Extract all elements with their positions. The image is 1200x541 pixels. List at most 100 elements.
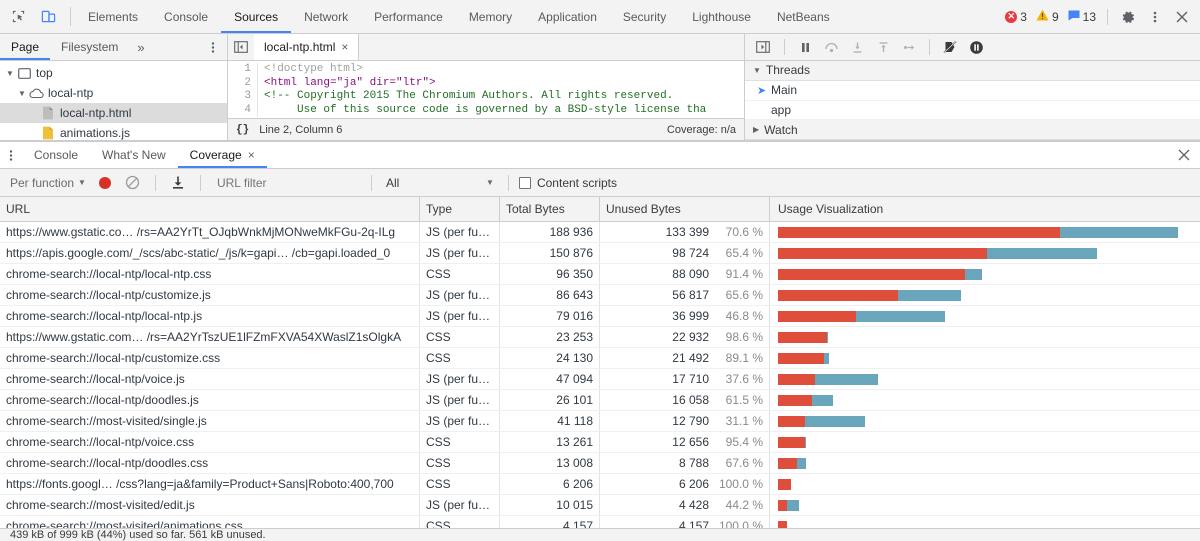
- column-header-usage-visualization[interactable]: Usage Visualization: [770, 197, 1200, 221]
- tree-item-top[interactable]: ▼ top: [0, 63, 227, 83]
- table-row[interactable]: chrome-search://most-visited/single.js JS…: [0, 411, 1200, 432]
- usage-bar-used-segment: [812, 394, 834, 406]
- chevron-down-icon[interactable]: ▼: [16, 89, 28, 98]
- content-scripts-checkbox[interactable]: [518, 176, 531, 189]
- content-scripts-toggle[interactable]: Content scripts: [518, 176, 617, 190]
- column-header-total-bytes[interactable]: Total Bytes: [500, 197, 600, 221]
- warning-counter[interactable]: 9: [1033, 9, 1062, 24]
- pause-on-exceptions-button[interactable]: [964, 36, 988, 58]
- tab-memory[interactable]: Memory: [456, 0, 525, 33]
- deactivate-breakpoints-button[interactable]: [938, 36, 962, 58]
- table-row[interactable]: chrome-search://local-ntp/doodles.css CSS…: [0, 453, 1200, 474]
- navigator-more-tabs-icon[interactable]: »: [129, 34, 152, 60]
- tab-application[interactable]: Application: [525, 0, 610, 33]
- export-button[interactable]: [166, 171, 190, 195]
- tab-console[interactable]: Console: [151, 0, 221, 33]
- tab-sources[interactable]: Sources: [221, 0, 292, 33]
- type-filter-dropdown[interactable]: All ▼: [382, 176, 498, 190]
- tab-elements[interactable]: Elements: [75, 0, 151, 33]
- table-row[interactable]: chrome-search://local-ntp/customize.css C…: [0, 348, 1200, 369]
- pause-script-button[interactable]: [793, 36, 817, 58]
- clear-button[interactable]: [121, 171, 145, 195]
- device-toolbar-icon[interactable]: [36, 5, 60, 29]
- tree-item-animations-js[interactable]: animations.js: [0, 123, 227, 140]
- navigator-tabs: Page Filesystem »: [0, 34, 227, 61]
- editor-tab-local-ntp-html[interactable]: local-ntp.html ×: [254, 34, 360, 60]
- chevron-down-icon[interactable]: ▼: [4, 69, 16, 78]
- table-row[interactable]: chrome-search://local-ntp/local-ntp.js JS…: [0, 306, 1200, 327]
- table-row[interactable]: https://apis.google.com/_/scs/abc-static…: [0, 243, 1200, 264]
- tab-network[interactable]: Network: [291, 0, 361, 33]
- close-icon[interactable]: ×: [248, 148, 255, 162]
- step-into-button[interactable]: [845, 36, 869, 58]
- script-icon: [40, 126, 56, 140]
- tree-item-local-ntp[interactable]: ▼ local-ntp: [0, 83, 227, 103]
- step-out-button[interactable]: [871, 36, 895, 58]
- cell-type: JS (per fu…: [420, 495, 500, 515]
- close-icon[interactable]: [1170, 5, 1194, 29]
- cell-total-bytes: 4 157: [500, 516, 600, 528]
- navigator-tab-filesystem[interactable]: Filesystem: [50, 34, 129, 60]
- show-navigator-icon[interactable]: [228, 34, 254, 60]
- cell-total-bytes: 96 350: [500, 264, 600, 284]
- watch-section-header[interactable]: ▶ Watch: [745, 120, 1200, 140]
- cell-type: JS (per fu…: [420, 222, 500, 242]
- table-row[interactable]: chrome-search://local-ntp/voice.css CSS 13…: [0, 432, 1200, 453]
- cell-unused-bytes: 21 492 89.1 %: [600, 348, 770, 368]
- table-row[interactable]: chrome-search://most-visited/edit.js JS (…: [0, 495, 1200, 516]
- tree-item-local-ntp-html[interactable]: local-ntp.html: [0, 103, 227, 123]
- column-header-url[interactable]: URL: [0, 197, 420, 221]
- gear-icon[interactable]: [1116, 5, 1140, 29]
- tab-lighthouse[interactable]: Lighthouse: [679, 0, 764, 33]
- usage-bar: [778, 331, 828, 343]
- usage-bar-unused-segment: [778, 331, 827, 343]
- table-row[interactable]: https://www.gstatic.com… /rs=AA2YrTszUE1…: [0, 327, 1200, 348]
- cell-type: JS (per fu…: [420, 390, 500, 410]
- thread-item-main[interactable]: ➤ Main: [745, 81, 1200, 101]
- url-filter-input[interactable]: [210, 175, 361, 190]
- unused-percent-value: 91.4 %: [725, 267, 763, 281]
- tab-security[interactable]: Security: [610, 0, 679, 33]
- thread-item-app[interactable]: app: [745, 101, 1200, 121]
- table-row[interactable]: chrome-search://local-ntp/customize.js JS…: [0, 285, 1200, 306]
- table-row[interactable]: https://www.gstatic.co… /rs=AA2YrTt_OJqb…: [0, 222, 1200, 243]
- column-header-unused-bytes[interactable]: Unused Bytes: [600, 197, 770, 221]
- table-row[interactable]: chrome-search://local-ntp/voice.js JS (pe…: [0, 369, 1200, 390]
- debugger-divider: [784, 39, 785, 55]
- close-icon[interactable]: ×: [341, 40, 348, 54]
- show-debugger-icon[interactable]: [750, 40, 776, 54]
- tab-netbeans[interactable]: NetBeans: [764, 0, 843, 33]
- cell-url: chrome-search://most-visited/edit.js: [0, 495, 420, 515]
- more-options-icon[interactable]: [1143, 5, 1167, 29]
- navigator-options-icon[interactable]: [199, 34, 227, 60]
- threads-section-header[interactable]: ▼ Threads: [745, 61, 1200, 81]
- debugger-sidebar: ▼ Threads ➤ Main app ▶ Watch: [745, 34, 1200, 140]
- inspect-element-icon[interactable]: [6, 5, 30, 29]
- table-row[interactable]: chrome-search://local-ntp/doodles.js JS (…: [0, 390, 1200, 411]
- line-number: 4: [228, 103, 258, 117]
- thread-label: Main: [771, 83, 798, 98]
- table-row[interactable]: chrome-search://local-ntp/local-ntp.css C…: [0, 264, 1200, 285]
- navigator-tab-page[interactable]: Page: [0, 34, 51, 60]
- editor-tabs: local-ntp.html ×: [228, 34, 744, 61]
- navigator-tab-label: Filesystem: [61, 40, 119, 54]
- code-editor[interactable]: 1 <!doctype html> 2 <html lang="ja" dir=…: [228, 61, 744, 118]
- message-counter[interactable]: 13: [1065, 10, 1099, 24]
- pretty-print-icon[interactable]: {}: [236, 124, 249, 136]
- drawer-tab-console[interactable]: Console: [22, 142, 90, 168]
- column-header-type[interactable]: Type: [420, 197, 500, 221]
- table-row[interactable]: chrome-search://most-visited/animations.…: [0, 516, 1200, 528]
- drawer-options-icon[interactable]: [0, 142, 22, 168]
- step-button[interactable]: [897, 36, 921, 58]
- drawer-tab-whats-new[interactable]: What's New: [90, 142, 178, 168]
- tab-performance[interactable]: Performance: [361, 0, 456, 33]
- step-over-button[interactable]: [819, 36, 843, 58]
- drawer-close-icon[interactable]: [1168, 142, 1200, 168]
- usage-bar: [778, 352, 830, 364]
- cell-usage-visualization: [770, 327, 1200, 347]
- coverage-mode-dropdown[interactable]: Per function ▼: [7, 176, 89, 190]
- record-button[interactable]: [98, 176, 111, 189]
- error-counter[interactable]: ✕ 3: [1002, 10, 1030, 24]
- drawer-tab-coverage[interactable]: Coverage ×: [177, 142, 267, 168]
- table-row[interactable]: https://fonts.googl… /css?lang=ja&family…: [0, 474, 1200, 495]
